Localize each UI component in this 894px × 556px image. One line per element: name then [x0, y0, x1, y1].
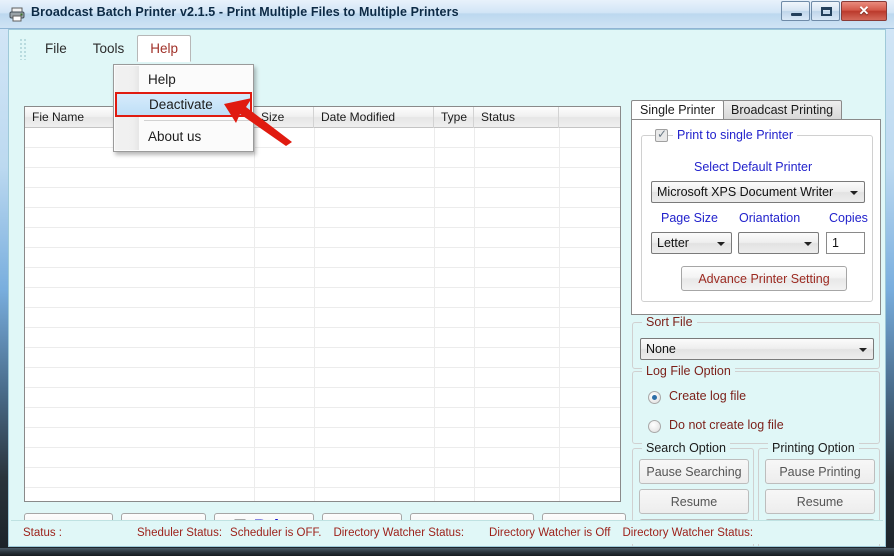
directory-watcher-status-label: Directory Watcher Status: — [333, 526, 465, 539]
table-row[interactable] — [25, 228, 620, 248]
create-log-file-radio[interactable] — [648, 391, 661, 404]
chevron-down-icon — [804, 242, 812, 246]
help-dropdown-menu: Help Deactivate About us — [113, 64, 254, 152]
table-row[interactable] — [25, 248, 620, 268]
table-row[interactable] — [25, 368, 620, 388]
minimize-icon — [791, 13, 802, 16]
select-default-printer-label: Select Default Printer — [694, 160, 813, 174]
status-label: Status : — [23, 526, 62, 539]
maximize-icon — [821, 7, 832, 16]
table-row[interactable] — [25, 188, 620, 208]
column-header-type[interactable]: Type — [434, 107, 474, 128]
menu-option-about-us[interactable]: About us — [114, 124, 253, 149]
do-not-create-log-file-radio[interactable] — [648, 420, 661, 433]
table-row[interactable] — [25, 388, 620, 408]
print-to-single-printer-label: Print to single Printer — [673, 128, 798, 142]
window-title: Broadcast Batch Printer v2.1.5 - Print M… — [31, 5, 459, 19]
close-button[interactable]: ✕ — [841, 1, 887, 21]
create-log-file-label: Create log file — [669, 389, 747, 403]
scheduler-status-value: Scheduler is OFF. — [230, 526, 322, 539]
menu-separator — [144, 120, 250, 121]
sort-file-title: Sort File — [642, 315, 697, 329]
column-header-size[interactable]: Size — [254, 107, 314, 128]
log-file-option-title: Log File Option — [642, 364, 735, 378]
directory-watcher-status-value: Directory Watcher is Off — [489, 526, 611, 539]
default-printer-value: Microsoft XPS Document Writer — [657, 185, 834, 199]
chevron-down-icon — [717, 242, 725, 246]
printing-option-title: Printing Option — [768, 441, 859, 455]
menu-grip-icon — [19, 37, 28, 60]
application-window: Broadcast Batch Printer v2.1.5 - Print M… — [0, 0, 894, 556]
orientation-combo[interactable] — [738, 232, 819, 254]
window-frame-left — [0, 0, 8, 556]
table-row[interactable] — [25, 348, 620, 368]
right-panel: Single Printer Broadcast Printing Print … — [631, 100, 881, 546]
table-row[interactable] — [25, 168, 620, 188]
table-row[interactable] — [25, 328, 620, 348]
table-row[interactable] — [25, 308, 620, 328]
pause-searching-button[interactable]: Pause Searching — [639, 459, 749, 484]
copies-label: Copies — [829, 211, 868, 225]
chevron-down-icon — [859, 348, 867, 352]
window-controls: ✕ — [780, 1, 887, 21]
pause-printing-button[interactable]: Pause Printing — [765, 459, 875, 484]
table-row[interactable] — [25, 288, 620, 308]
table-row[interactable] — [25, 448, 620, 468]
menu-option-help[interactable]: Help — [114, 67, 253, 92]
resume-searching-button[interactable]: Resume — [639, 489, 749, 514]
tab-single-printer[interactable]: Single Printer — [631, 100, 725, 120]
scheduler-status-label: Sheduler Status: — [137, 526, 223, 539]
menu-item-file[interactable]: File — [32, 35, 80, 62]
search-option-title: Search Option — [642, 441, 730, 455]
close-icon: ✕ — [858, 3, 870, 18]
advance-printer-setting-button[interactable]: Advance Printer Setting — [681, 266, 847, 291]
chevron-down-icon — [850, 191, 858, 195]
resume-printing-button[interactable]: Resume — [765, 489, 875, 514]
file-list[interactable]: Fie Name Size Date Modified Type Status — [24, 106, 621, 502]
printer-icon — [9, 7, 25, 22]
page-size-combo[interactable]: Letter — [651, 232, 732, 254]
menu-option-deactivate[interactable]: Deactivate — [115, 92, 252, 117]
minimize-button[interactable] — [781, 1, 810, 21]
tab-broadcast-printing[interactable]: Broadcast Printing — [722, 100, 843, 120]
sort-file-group: Sort File None — [632, 315, 880, 369]
single-printer-tab-page: Print to single Printer Select Default P… — [631, 119, 881, 315]
directory-watcher-status-label-2: Directory Watcher Status: — [622, 526, 754, 539]
print-to-single-printer-checkbox[interactable] — [655, 127, 668, 142]
do-not-create-log-file-label: Do not create log file — [669, 418, 784, 432]
menu-item-tools[interactable]: Tools — [80, 35, 138, 62]
file-list-body[interactable] — [25, 128, 620, 501]
print-to-single-printer-group: Print to single Printer Select Default P… — [641, 127, 873, 302]
table-row[interactable] — [25, 428, 620, 448]
sort-file-combo[interactable]: None — [640, 338, 874, 360]
log-file-option-group: Log File Option Create log file Do not c… — [632, 364, 880, 444]
sort-file-value: None — [646, 342, 676, 356]
column-header-date-modified[interactable]: Date Modified — [314, 107, 434, 128]
menu-item-help[interactable]: Help — [137, 35, 192, 62]
status-bar: Status : Sheduler Status: Scheduler is O… — [11, 520, 883, 544]
page-size-label: Page Size — [661, 211, 718, 225]
printer-tabs: Single Printer Broadcast Printing — [631, 100, 881, 120]
window-frame-right — [886, 0, 894, 556]
table-row[interactable] — [25, 408, 620, 428]
column-header-status[interactable]: Status — [474, 107, 559, 128]
copies-value: 1 — [832, 236, 839, 250]
page-size-value: Letter — [657, 236, 689, 250]
copies-input[interactable]: 1 — [826, 232, 865, 254]
maximize-button[interactable] — [811, 1, 840, 21]
menu-bar: File Tools Help — [11, 32, 883, 65]
title-bar: Broadcast Batch Printer v2.1.5 - Print M… — [0, 0, 894, 29]
orientation-label: Oriantation — [739, 211, 801, 225]
table-row[interactable] — [25, 268, 620, 288]
table-row[interactable] — [25, 468, 620, 488]
window-frame-bottom — [0, 548, 894, 556]
column-header-spacer[interactable] — [559, 107, 620, 128]
default-printer-combo[interactable]: Microsoft XPS Document Writer — [651, 181, 865, 203]
table-row[interactable] — [25, 208, 620, 228]
